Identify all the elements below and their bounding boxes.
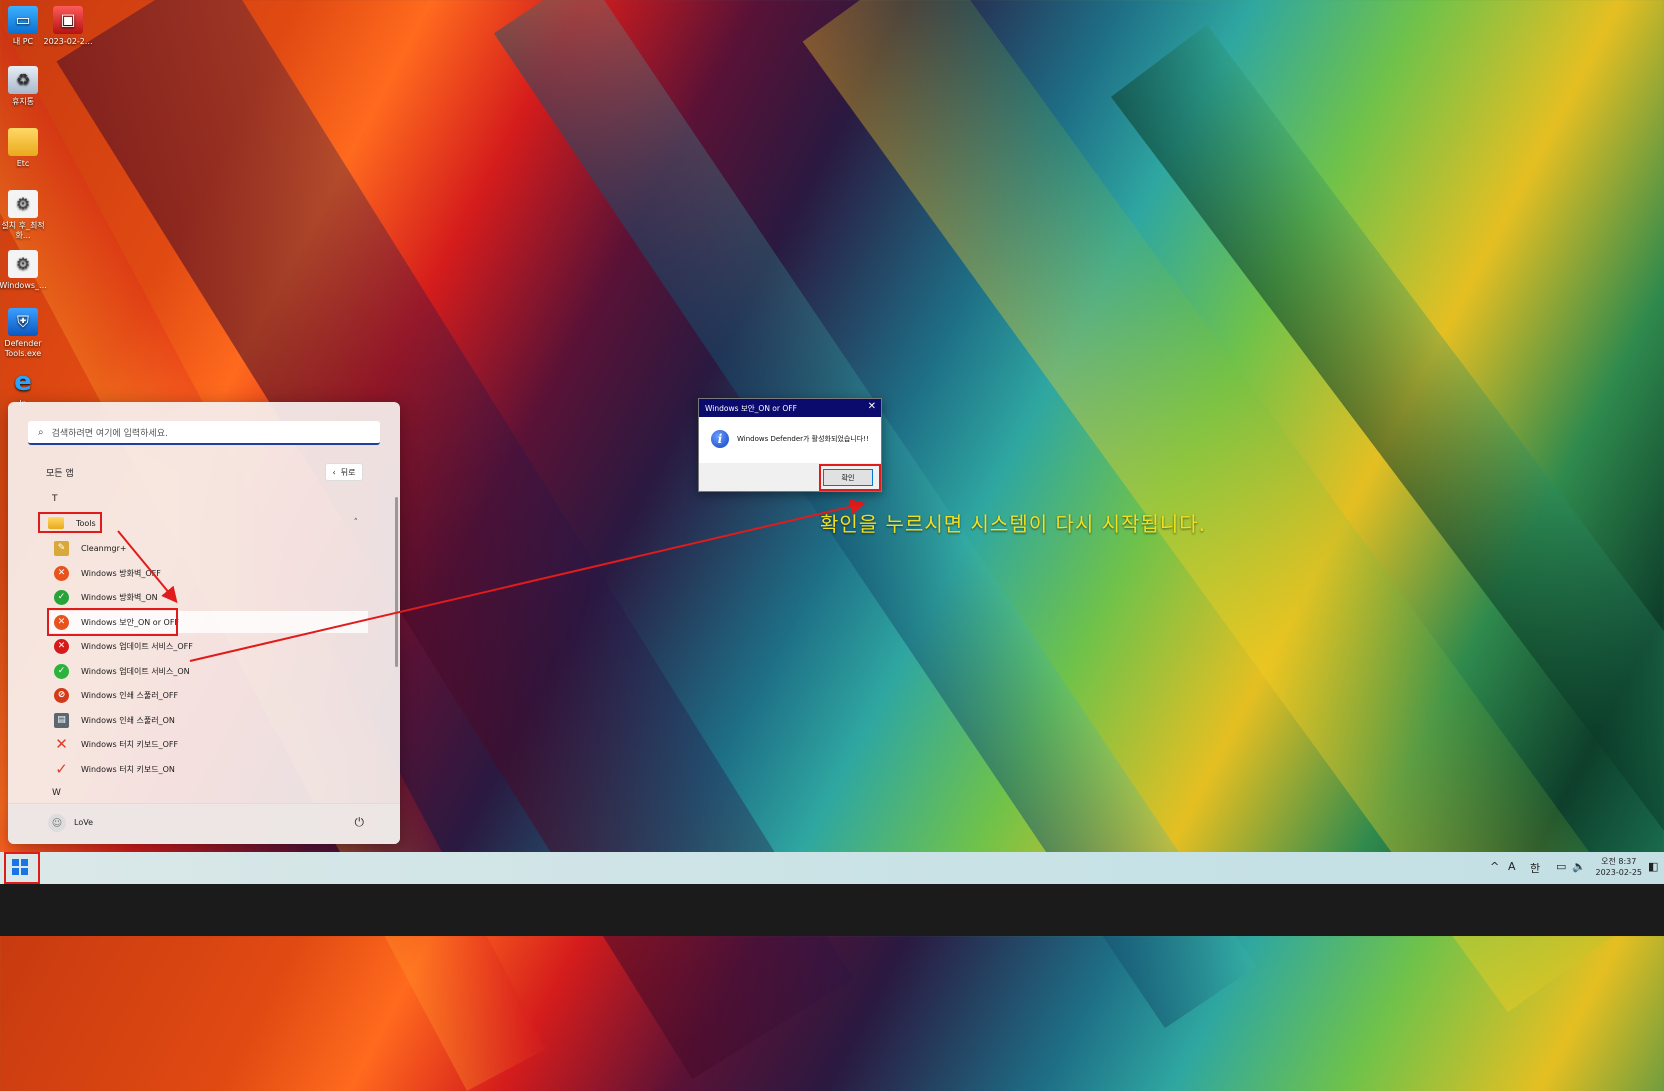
dialog-body: i Windows Defender가 활성화되었습니다!!	[699, 417, 881, 461]
network-icon[interactable]: ▭	[1556, 860, 1566, 873]
taskbar: ^ A 한 ▭ 🔈 오전 8:37 2023-02-25 ◧	[0, 852, 1664, 884]
instruction-caption: 확인을 누르시면 시스템이 다시 시작됩니다.	[820, 512, 1206, 536]
ok-button[interactable]: 확인	[823, 469, 873, 486]
clock[interactable]: 오전 8:37 2023-02-25	[1596, 856, 1643, 878]
arrow-tools-to-app	[117, 530, 178, 604]
dialog-footer: 확인	[699, 463, 881, 491]
windows-logo-icon	[12, 859, 28, 875]
ime-mode-han[interactable]: 한	[1530, 860, 1540, 876]
tray-chevron-icon[interactable]: ^	[1490, 860, 1499, 873]
close-icon[interactable]: ✕	[868, 401, 876, 412]
volume-icon[interactable]: 🔈	[1572, 860, 1586, 873]
dialog-title-bar[interactable]: Windows 보안_ON or OFF ✕	[699, 399, 881, 417]
ime-mode-a[interactable]: A	[1508, 860, 1516, 873]
start-button[interactable]	[6, 854, 34, 880]
arrow-app-to-ok	[189, 498, 866, 662]
notification-icon[interactable]: ◧	[1648, 860, 1658, 873]
dialog-message: Windows Defender가 활성화되었습니다!!	[737, 435, 869, 443]
message-dialog: Windows 보안_ON or OFF ✕ i Windows Defende…	[698, 398, 882, 492]
info-icon: i	[711, 430, 729, 448]
screen-bezel	[0, 884, 1664, 936]
